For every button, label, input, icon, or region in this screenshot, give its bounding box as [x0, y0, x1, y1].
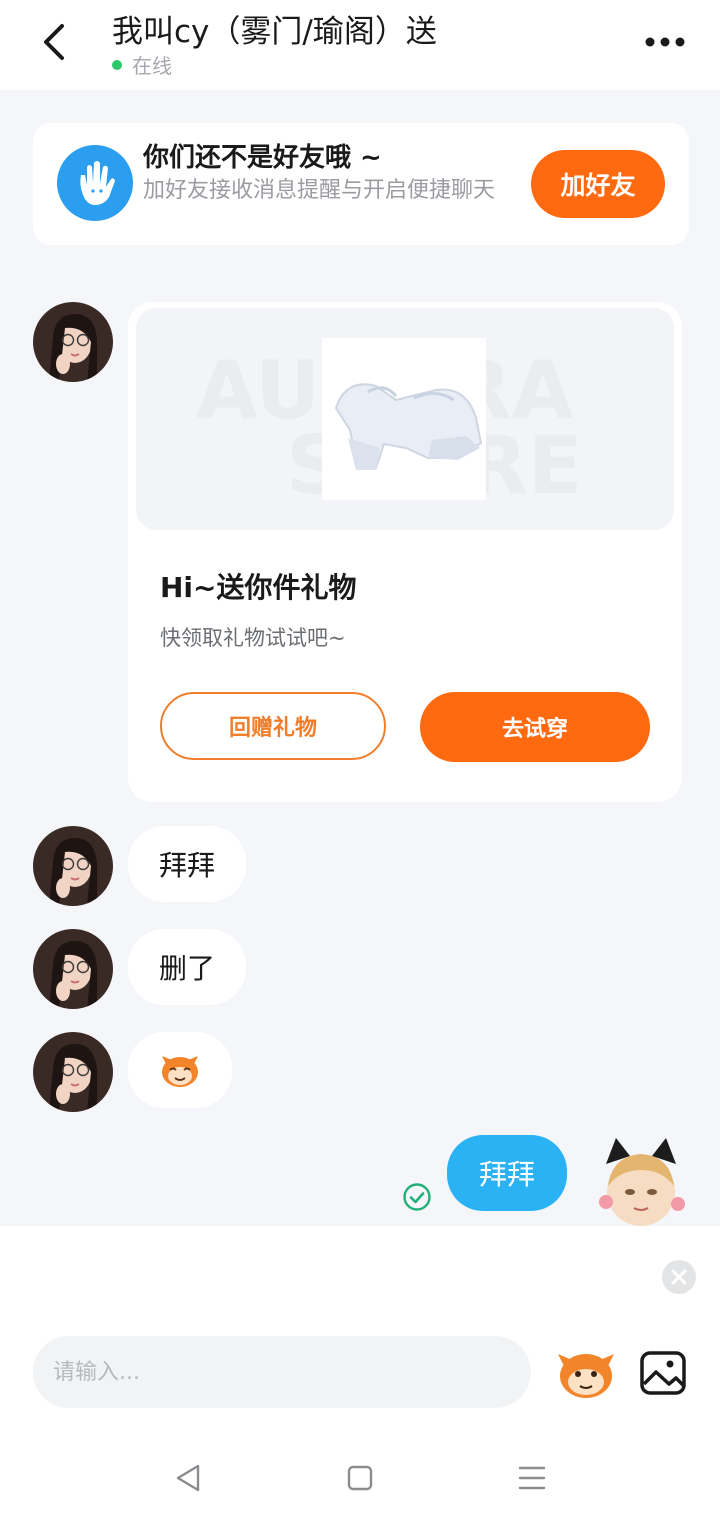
more-button[interactable] [640, 26, 690, 58]
message-input[interactable] [33, 1336, 531, 1408]
sent-check-icon [402, 1182, 432, 1212]
square-home-icon [347, 1465, 373, 1491]
avatar[interactable] [33, 1032, 113, 1112]
monkey-face-icon [162, 1056, 198, 1087]
gift-image: AURORA STORE [136, 308, 674, 530]
online-dot-icon [112, 59, 122, 70]
self-avatar[interactable] [596, 1134, 686, 1226]
avatar[interactable] [33, 826, 113, 906]
message-bubble[interactable]: 拜拜 [128, 826, 246, 902]
return-gift-button[interactable]: 回赠礼物 [160, 692, 386, 760]
emoji-button[interactable] [554, 1346, 618, 1400]
image-button[interactable] [639, 1350, 687, 1396]
nav-menu-button[interactable] [510, 1456, 554, 1500]
triangle-back-icon [176, 1464, 200, 1492]
wave-hand-icon [57, 145, 133, 221]
banner-subtitle: 加好友接收消息提醒与开启便捷聊天 [143, 178, 496, 203]
nav-back-button[interactable] [166, 1456, 210, 1500]
menu-lines-icon [518, 1466, 546, 1490]
online-status-label: 在线 [132, 54, 172, 78]
try-on-button[interactable]: 去试穿 [420, 692, 650, 762]
add-friend-button[interactable]: 加好友 [531, 150, 665, 218]
close-icon [671, 1269, 687, 1285]
monkey-emoji-icon [558, 1354, 614, 1398]
avatar[interactable] [33, 302, 113, 382]
close-button[interactable] [662, 1260, 696, 1294]
image-icon [640, 1351, 686, 1395]
gift-title: Hi~送你件礼物 [160, 571, 357, 604]
add-friend-banner: 你们还不是好友哦 ~ 加好友接收消息提醒与开启便捷聊天 加好友 [33, 123, 689, 245]
online-status: 在线 [112, 50, 172, 79]
chevron-left-icon [44, 24, 64, 60]
emoji-message-bubble[interactable] [128, 1032, 232, 1108]
chat-title: 我叫cy（雾门/瑜阁）送 [112, 14, 437, 50]
message-bubble[interactable]: 删了 [128, 929, 246, 1005]
chat-header: 我叫cy（雾门/瑜阁）送 在线 [0, 0, 720, 90]
more-dots-icon [645, 37, 685, 47]
avatar[interactable] [33, 929, 113, 1009]
banner-title: 你们还不是好友哦 ~ [143, 143, 382, 173]
nav-home-button[interactable] [338, 1456, 382, 1500]
gift-card[interactable]: AURORA STORE Hi~送你件礼物 快领取礼物试试吧~ 回赠礼物 去试穿 [128, 302, 682, 802]
back-button[interactable] [34, 18, 74, 66]
self-message-bubble[interactable]: 拜拜 [447, 1135, 567, 1211]
gift-subtitle: 快领取礼物试试吧~ [160, 626, 346, 650]
